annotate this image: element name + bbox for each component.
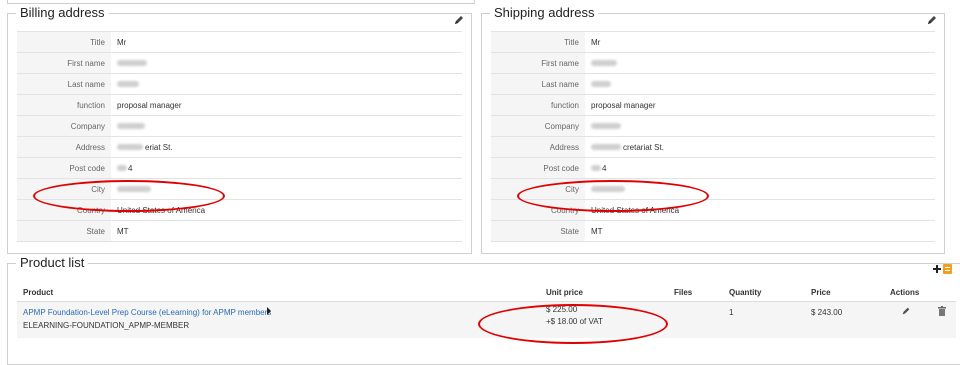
row-value: proposal manager	[117, 100, 182, 110]
billing-row-last-name: Last name	[17, 74, 462, 95]
shipping-row-company: Company	[491, 116, 935, 137]
row-value	[111, 60, 147, 66]
billing-row-company: Company	[17, 116, 462, 137]
row-label: Company	[491, 116, 585, 136]
shipping-address-panel: Shipping address Title Mr First name Last…	[481, 4, 945, 254]
row-value-text: cretariat St.	[623, 142, 664, 152]
billing-row-state: State MT	[17, 221, 462, 242]
shipping-row-address: Address cretariat St.	[491, 137, 935, 158]
row-value: 4	[585, 164, 606, 173]
billing-row-address: Address eriat St.	[17, 137, 462, 158]
shipping-address-table: Title Mr First name Last name function pro…	[491, 31, 935, 242]
shipping-row-first-name: First name	[491, 53, 935, 74]
shipping-row-last-name: Last name	[491, 74, 935, 95]
billing-address-table: Title Mr First name Last name function pro…	[17, 31, 462, 242]
chevron-right-icon[interactable]	[266, 307, 272, 315]
billing-row-title: Title Mr	[17, 32, 462, 53]
shipping-row-state: State MT	[491, 221, 935, 242]
row-value: MT	[117, 226, 129, 236]
redacted-value	[591, 81, 611, 87]
row-value: MT	[591, 226, 603, 236]
plus-icon[interactable]	[933, 265, 941, 273]
row-value-text: eriat St.	[145, 142, 173, 152]
row-label: function	[491, 95, 585, 115]
redacted-value	[117, 60, 147, 66]
row-label: Last name	[17, 74, 111, 94]
product-name-link[interactable]: APMP Foundation-Level Prep Course (eLear…	[23, 308, 271, 317]
col-files: Files	[674, 288, 693, 297]
row-value	[585, 81, 611, 87]
col-actions: Actions	[890, 288, 920, 297]
edit-product-pencil-icon[interactable]	[901, 306, 911, 316]
billing-row-first-name: First name	[17, 53, 462, 74]
highlight-ellipse-billing-country	[33, 180, 225, 212]
billing-address-legend: Billing address	[16, 4, 109, 22]
row-label: Title	[491, 32, 585, 52]
row-value: eriat St.	[111, 143, 173, 152]
redacted-value	[117, 123, 145, 129]
row-label: Post code	[491, 158, 585, 178]
col-quantity: Quantity	[729, 288, 762, 297]
redacted-value	[591, 60, 617, 66]
product-list-legend: Product list	[16, 254, 89, 272]
redacted-value	[591, 144, 621, 150]
row-label: function	[17, 95, 111, 115]
row-value: 4	[111, 164, 132, 173]
shipping-row-title: Title Mr	[491, 32, 935, 53]
edit-billing-pencil-icon[interactable]	[453, 14, 465, 26]
redacted-value	[117, 165, 127, 171]
list-icon[interactable]	[943, 264, 952, 274]
product-table-header: Product Unit price Files Quantity Price …	[17, 283, 956, 302]
row-value: proposal manager	[591, 100, 656, 110]
redacted-value	[591, 165, 601, 171]
row-label: Address	[17, 137, 111, 157]
highlight-ellipse-unit-price	[478, 304, 668, 344]
row-value-text: 4	[602, 163, 607, 173]
redacted-value	[117, 81, 139, 87]
redacted-value	[591, 123, 621, 129]
billing-row-function: function proposal manager	[17, 95, 462, 116]
row-value: Mr	[117, 37, 127, 47]
highlight-ellipse-shipping-country	[517, 180, 709, 212]
row-label: Title	[17, 32, 111, 52]
row-value	[585, 123, 621, 129]
row-label: State	[491, 221, 585, 241]
row-label: Last name	[491, 74, 585, 94]
row-label: First name	[491, 53, 585, 73]
price-value: $ 243.00	[811, 308, 843, 317]
quantity-value: 1	[729, 308, 734, 317]
edit-shipping-pencil-icon[interactable]	[926, 14, 938, 26]
row-value: Mr	[591, 37, 601, 47]
shipping-row-function: function proposal manager	[491, 95, 935, 116]
shipping-address-legend: Shipping address	[490, 4, 599, 22]
billing-row-post-code: Post code 4	[17, 158, 462, 179]
col-unit-price: Unit price	[546, 288, 583, 297]
redacted-value	[117, 144, 143, 150]
col-product: Product	[23, 288, 54, 297]
col-price: Price	[811, 288, 831, 297]
row-label: Address	[491, 137, 585, 157]
product-sku: ELEARNING-FOUNDATION_APMP-MEMBER	[23, 321, 190, 330]
row-label: Company	[17, 116, 111, 136]
row-label: First name	[17, 53, 111, 73]
row-label: State	[17, 221, 111, 241]
row-value	[585, 60, 617, 66]
billing-address-panel: Billing address Title Mr First name Last …	[7, 4, 472, 254]
shipping-row-post-code: Post code 4	[491, 158, 935, 179]
row-label: Post code	[17, 158, 111, 178]
product-list-panel: Product list Product Unit price Files Qu…	[7, 254, 960, 365]
row-value	[111, 81, 139, 87]
row-value-text: 4	[128, 163, 133, 173]
trash-icon[interactable]	[938, 306, 946, 316]
row-value	[111, 123, 145, 129]
row-value: cretariat St.	[585, 143, 664, 152]
